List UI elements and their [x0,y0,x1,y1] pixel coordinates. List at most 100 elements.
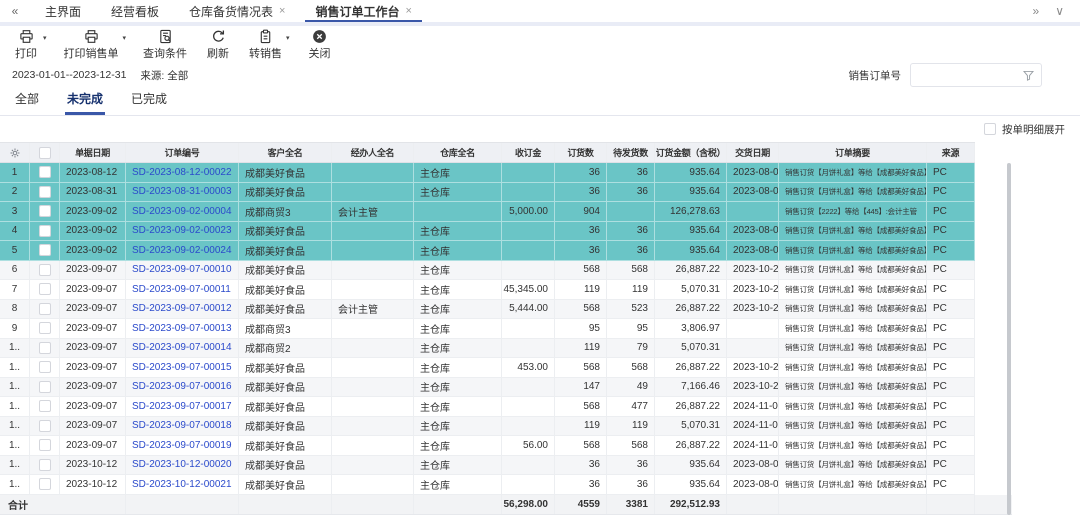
column-header-9[interactable]: 交货日期 [727,143,779,162]
table-row[interactable]: 1..2023-09-07SD-2023-09-07-00014成都商贸2主仓库… [0,339,975,359]
tab-1[interactable]: 经营看板 [96,0,174,22]
cell-summary: 销售订货【月饼礼盒】等给【成都美好食品】： [779,417,927,436]
table-row[interactable]: 42023-09-02SD-2023-09-02-00023成都美好食品主仓库3… [0,222,975,242]
table-row[interactable]: 1..2023-09-07SD-2023-09-07-00017成都美好食品主仓… [0,397,975,417]
column-header-7[interactable]: 待发货数 [607,143,655,162]
row-checkbox[interactable] [39,420,51,432]
row-checkbox[interactable] [39,166,51,178]
toolbar-button-5[interactable]: 关闭 [304,29,336,61]
order-no-link[interactable]: SD-2023-09-07-00011 [126,280,239,299]
tab-2[interactable]: 仓库备货情况表× [174,0,300,22]
row-checkbox[interactable] [39,303,51,315]
row-checkbox[interactable] [39,205,51,217]
toolbar-button-0[interactable]: 打印 [10,29,42,61]
sales-order-no-input[interactable] [911,64,1080,86]
order-no-link[interactable]: SD-2023-08-12-00022 [126,163,239,182]
table-row[interactable]: 92023-09-07SD-2023-09-07-00013成都商贸3主仓库95… [0,319,975,339]
row-checkbox[interactable] [39,244,51,256]
row-checkbox[interactable] [39,400,51,412]
tabs-dropdown-icon[interactable]: ∨ [1055,4,1064,18]
column-header-10[interactable]: 订单摘要 [779,143,927,162]
toolbar-button-1[interactable]: 打印销售单 [61,29,122,61]
order-no-link[interactable]: SD-2023-09-07-00012 [126,300,239,319]
cell-delivery-date: 2023-10-25 [727,358,779,377]
vertical-scrollbar[interactable] [1007,163,1011,515]
order-no-link[interactable]: SD-2023-09-07-00013 [126,319,239,338]
row-checkbox[interactable] [39,459,51,471]
column-header-0[interactable]: 单据日期 [60,143,126,162]
table-row[interactable]: 1..2023-09-07SD-2023-09-07-00019成都美好食品主仓… [0,436,975,456]
table-row[interactable]: 62023-09-07SD-2023-09-07-00010成都美好食品主仓库5… [0,261,975,281]
row-checkbox[interactable] [39,361,51,373]
row-checkbox[interactable] [39,225,51,237]
table-row[interactable]: 1..2023-10-12SD-2023-10-12-00020成都美好食品主仓… [0,456,975,476]
status-tab-2[interactable]: 已完成 [131,86,167,115]
row-checkbox[interactable] [39,322,51,334]
cell-summary: 销售订货【月饼礼盒】等给【成都美好食品】： [779,183,927,202]
order-no-link[interactable]: SD-2023-09-07-00010 [126,261,239,280]
tab-close-icon[interactable]: × [279,6,285,17]
order-no-link[interactable]: SD-2023-10-12-00020 [126,456,239,475]
table-row[interactable]: 1..2023-10-12SD-2023-10-12-00021成都美好食品主仓… [0,475,975,495]
order-no-link[interactable]: SD-2023-09-07-00018 [126,417,239,436]
toolbar-button-2[interactable]: 查询条件 [140,29,190,61]
tabs-collapse-icon[interactable]: « [0,4,30,18]
row-checkbox[interactable] [39,381,51,393]
column-header-11[interactable]: 来源 [927,143,975,162]
column-header-8[interactable]: 订货金额（含税） [655,143,727,162]
row-checkbox[interactable] [39,264,51,276]
expand-by-detail-checkbox[interactable] [984,123,996,135]
order-no-link[interactable]: SD-2023-09-07-00019 [126,436,239,455]
cell-delivery-date [727,202,779,221]
order-no-link[interactable]: SD-2023-09-02-00024 [126,241,239,260]
row-checkbox[interactable] [39,283,51,295]
cell-order-qty: 568 [555,397,607,416]
column-settings-gear-icon[interactable] [0,143,30,162]
column-header-5[interactable]: 收订金 [502,143,555,162]
table-row[interactable]: 1..2023-09-07SD-2023-09-07-00015成都美好食品主仓… [0,358,975,378]
order-no-link[interactable]: SD-2023-10-12-00021 [126,475,239,494]
row-checkbox-cell [30,417,60,436]
column-header-6[interactable]: 订货数 [555,143,607,162]
table-row[interactable]: 52023-09-02SD-2023-09-02-00024成都美好食品主仓库3… [0,241,975,261]
cell-delivery-date: 2023-10-26 [727,300,779,319]
tab-close-icon[interactable]: × [406,6,412,17]
table-row[interactable]: 72023-09-07SD-2023-09-07-00011成都美好食品主仓库4… [0,280,975,300]
dropdown-caret-icon[interactable]: ▾ [123,34,127,42]
tabs-overflow-icon[interactable]: » [1033,4,1040,18]
dropdown-caret-icon[interactable]: ▾ [43,34,47,42]
order-no-link[interactable]: SD-2023-08-31-00003 [126,183,239,202]
order-no-link[interactable]: SD-2023-09-07-00015 [126,358,239,377]
order-no-link[interactable]: SD-2023-09-07-00016 [126,378,239,397]
table-row[interactable]: 12023-08-12SD-2023-08-12-00022成都美好食品主仓库3… [0,163,975,183]
order-no-link[interactable]: SD-2023-09-07-00017 [126,397,239,416]
toolbar-button-4[interactable]: 转销售 [246,29,285,61]
table-row[interactable]: 22023-08-31SD-2023-08-31-00003成都美好食品主仓库3… [0,183,975,203]
dropdown-caret-icon[interactable]: ▾ [286,34,290,42]
column-header-3[interactable]: 经办人全名 [332,143,414,162]
row-index: 3 [0,202,30,221]
row-checkbox[interactable] [39,342,51,354]
select-all-checkbox[interactable] [39,147,51,159]
tab-0[interactable]: 主界面 [30,0,96,22]
table-row[interactable]: 32023-09-02SD-2023-09-02-00004成都商贸3会计主管5… [0,202,975,222]
column-header-4[interactable]: 仓库全名 [414,143,502,162]
table-row[interactable]: 1..2023-09-07SD-2023-09-07-00016成都美好食品主仓… [0,378,975,398]
column-header-2[interactable]: 客户全名 [239,143,332,162]
column-header-1[interactable]: 订单编号 [126,143,239,162]
toolbar-button-3[interactable]: 刷新 [202,29,234,61]
row-checkbox[interactable] [39,439,51,451]
order-no-link[interactable]: SD-2023-09-07-00014 [126,339,239,358]
filter-funnel-icon[interactable] [1022,69,1035,82]
table-row[interactable]: 82023-09-07SD-2023-09-07-00012成都美好食品会计主管… [0,300,975,320]
cell-summary: 销售订货【月饼礼盒】等给【成都美好食品】： [779,397,927,416]
row-checkbox[interactable] [39,186,51,198]
row-checkbox[interactable] [39,478,51,490]
tab-3[interactable]: 销售订单工作台× [300,0,426,22]
status-tab-0[interactable]: 全部 [15,86,39,115]
status-tab-1[interactable]: 未完成 [67,86,103,115]
cell-doc-date: 2023-10-12 [60,456,126,475]
order-no-link[interactable]: SD-2023-09-02-00004 [126,202,239,221]
order-no-link[interactable]: SD-2023-09-02-00023 [126,222,239,241]
table-row[interactable]: 1..2023-09-07SD-2023-09-07-00018成都美好食品主仓… [0,417,975,437]
